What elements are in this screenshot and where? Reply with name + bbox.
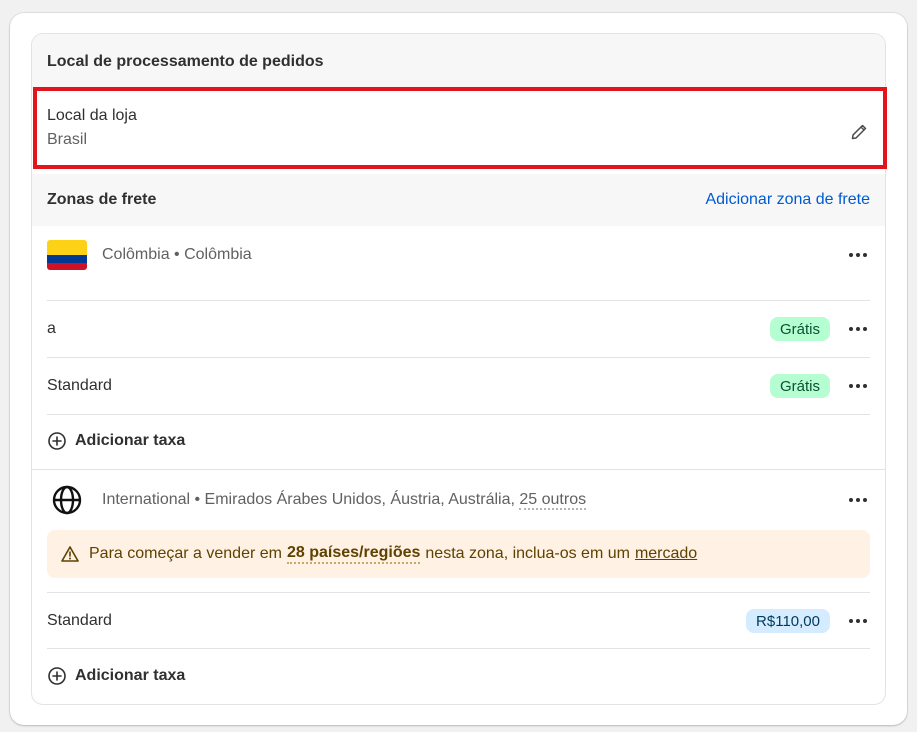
rate-more-icon[interactable]	[846, 319, 870, 339]
shipping-details-card: Local de processamento de pedidos Local …	[31, 33, 886, 705]
warning-icon	[61, 545, 79, 563]
divider	[47, 414, 870, 415]
add-rate-label: Adicionar taxa	[75, 432, 186, 449]
rate-name: Standard	[47, 377, 112, 394]
rate-name: a	[47, 320, 56, 337]
zone-international-title: International • Emirados Árabes Unidos, …	[102, 491, 587, 510]
shipping-zones-title: Zonas de frete	[47, 191, 157, 208]
rate-price-badge: Grátis	[769, 374, 830, 398]
rate-price-badge: Grátis	[769, 317, 830, 341]
add-shipping-zone-link[interactable]: Adicionar zona de frete	[705, 191, 870, 209]
rate-row-a: a Grátis	[47, 301, 870, 357]
store-location-title: Local da loja	[47, 107, 137, 124]
warning-text-middle: nesta zona, inclua-os em um	[425, 545, 630, 562]
rate-more-icon[interactable]	[846, 611, 870, 631]
colombia-flag-icon	[47, 240, 87, 270]
order-processing-title: Local de processamento de pedidos	[47, 52, 324, 70]
store-location-value: Brasil	[47, 131, 88, 148]
add-rate-button-international[interactable]: Adicionar taxa	[47, 662, 185, 690]
market-link[interactable]: mercado	[635, 545, 697, 563]
order-processing-header: Local de processamento de pedidos	[32, 34, 885, 89]
rate-more-icon[interactable]	[846, 376, 870, 396]
warning-country-count[interactable]: 28 países/regiões	[286, 544, 421, 564]
zone-international-more-icon[interactable]	[846, 490, 870, 510]
market-warning-banner: Para começar a vender em 28 países/regiõ…	[47, 530, 870, 578]
add-rate-label: Adicionar taxa	[75, 667, 186, 684]
zone-international-header: International • Emirados Árabes Unidos, …	[47, 482, 870, 518]
rate-row-standard: Standard Grátis	[47, 358, 870, 414]
zone-colombia-header: Colômbia • Colômbia	[47, 237, 870, 273]
zone-divider	[32, 469, 885, 470]
add-rate-button-colombia[interactable]: Adicionar taxa	[47, 427, 185, 455]
divider	[47, 648, 870, 649]
rate-row-international-standard: Standard R$110,00	[47, 593, 870, 649]
warning-text-prefix: Para começar a vender em	[89, 545, 282, 562]
zone-international-others[interactable]: 25 outros	[519, 491, 587, 510]
store-location-row[interactable]: Local da loja Brasil	[32, 89, 885, 174]
globe-icon	[47, 482, 87, 518]
zone-colombia-title: Colômbia • Colômbia	[102, 246, 252, 263]
plus-circle-icon	[48, 432, 66, 450]
shipping-zones-header: Zonas de frete Adicionar zona de frete	[32, 174, 885, 226]
rate-name: Standard	[47, 612, 112, 629]
rate-price-badge: R$110,00	[746, 609, 830, 633]
plus-circle-icon	[48, 667, 66, 685]
pencil-icon[interactable]	[849, 122, 869, 142]
zone-international-countries: International • Emirados Árabes Unidos, …	[102, 491, 515, 508]
zone-colombia-more-icon[interactable]	[846, 245, 870, 265]
